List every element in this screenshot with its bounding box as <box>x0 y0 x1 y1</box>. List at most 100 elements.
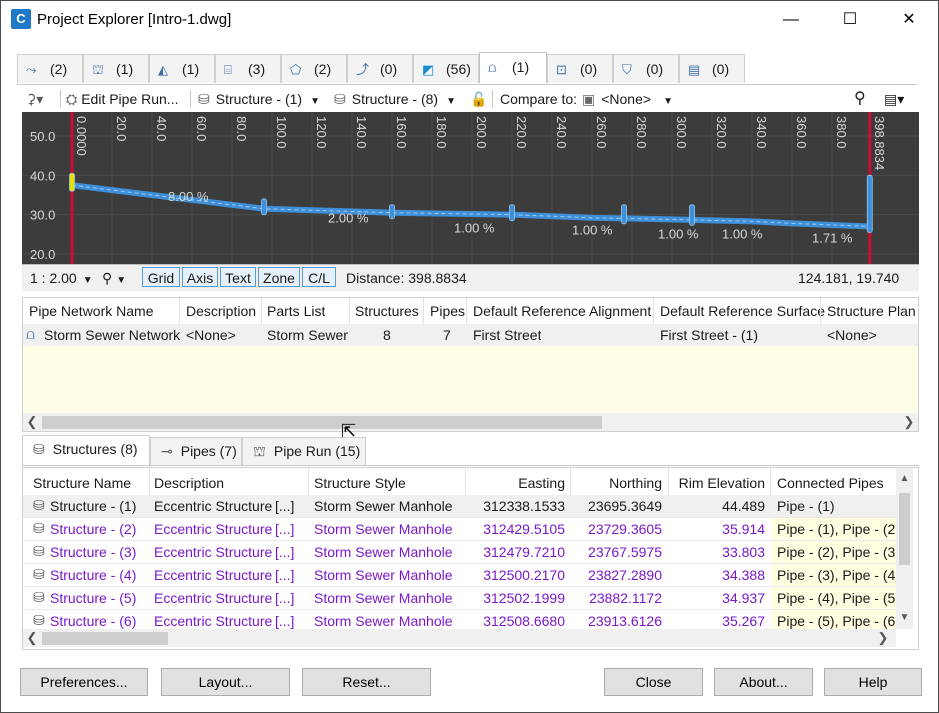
edit-pipe-run-button[interactable]: ⛭ Edit Pipe Run... <box>66 89 178 109</box>
centerline-toggle[interactable]: C/L <box>302 267 336 287</box>
unlock-icon[interactable]: 🔓 <box>470 89 487 109</box>
tab-corridors[interactable]: ◭ (1) <box>149 54 215 83</box>
close-button[interactable]: Close <box>604 668 703 696</box>
structure-mark <box>389 204 395 220</box>
table-row[interactable]: ⛁ Structure - (1) Eccentric Structure [.… <box>23 495 896 518</box>
column-header[interactable]: Connected Pipes <box>777 475 884 491</box>
tab-label: Pipe Run (15) <box>273 443 361 459</box>
tab-count: (0) <box>380 61 398 77</box>
tab-assemblies[interactable]: ⌸ (3) <box>215 54 281 83</box>
column-header[interactable]: Default Reference Surface <box>660 303 825 319</box>
tab-profiles[interactable]: ⛫ (1) <box>83 54 149 83</box>
table-cell[interactable]: [...] <box>275 613 294 629</box>
column-header[interactable]: Parts List <box>267 303 325 319</box>
preferences-button[interactable]: Preferences... <box>20 668 148 696</box>
column-header[interactable]: Default Reference Alignment <box>473 303 651 319</box>
table-cell[interactable]: [...] <box>275 498 294 514</box>
scrollbar-thumb[interactable] <box>899 493 910 565</box>
horizontal-scrollbar[interactable]: ❮ ❯ <box>23 629 896 647</box>
column-header[interactable]: Pipe Network Name <box>29 303 154 319</box>
maximize-button[interactable]: ☐ <box>821 1 879 39</box>
structure-icon: ⛁ <box>198 91 210 107</box>
x-tick-label: 60.0 <box>194 116 209 141</box>
table-cell: Structure - (5) <box>50 590 137 606</box>
tab-pipe-run[interactable]: ⛫ Pipe Run (15) <box>242 437 366 465</box>
column-header[interactable]: Description <box>186 303 256 319</box>
horizontal-scrollbar[interactable]: ❮ ❯ <box>23 413 918 431</box>
minimize-button[interactable]: — <box>762 1 820 39</box>
vertical-scrollbar[interactable]: ▲ ▼ <box>896 468 913 629</box>
table-row[interactable]: ⛁ Structure - (3) Eccentric Structure [.… <box>23 541 896 564</box>
scrollbar-thumb[interactable] <box>42 632 168 645</box>
grid-toggle[interactable]: Grid <box>142 267 180 287</box>
scroll-up-icon[interactable]: ▲ <box>897 470 912 488</box>
about-button[interactable]: About... <box>714 668 813 696</box>
axis-toggle[interactable]: Axis <box>182 267 218 287</box>
scroll-left-icon[interactable]: ❮ <box>25 413 39 431</box>
close-window-button[interactable]: ✕ <box>880 1 938 39</box>
scale-dropdown[interactable]: 1 : 2.00 ▼ <box>30 268 93 288</box>
table-row[interactable]: ⛁ Structure - (2) Eccentric Structure [.… <box>23 518 896 541</box>
column-header[interactable]: Description <box>154 475 224 491</box>
tab-pipes[interactable]: ⊸ Pipes (7) <box>150 437 242 465</box>
column-header[interactable]: Structure Plan l <box>827 303 918 319</box>
compare-to-dropdown[interactable]: ▣ <None> ▼ <box>582 89 673 109</box>
scroll-right-icon[interactable]: ❯ <box>876 629 890 647</box>
table-cell: 35.914 <box>722 521 765 537</box>
tab-pipe-networks[interactable]: ⩍ (1) <box>479 52 547 83</box>
end-structure-dropdown[interactable]: ⛁ Structure - (8) ▼ <box>334 89 456 109</box>
table-cell: 44.489 <box>722 498 765 514</box>
tab-structures[interactable]: ⛁ Structures (8) <box>22 435 150 465</box>
tab-alignments[interactable]: ⤳ (2) <box>17 54 83 83</box>
x-tick-label: 180.0 <box>434 116 449 149</box>
scrollbar-thumb[interactable] <box>42 416 602 429</box>
tab-feature-lines[interactable]: ⤴ (0) <box>347 54 413 83</box>
reset-button[interactable]: Reset... <box>302 668 431 696</box>
table-row[interactable]: ⛁ Structure - (4) Eccentric Structure [.… <box>23 564 896 587</box>
help-button[interactable]: Help <box>824 668 922 696</box>
scroll-left-icon[interactable]: ❮ <box>25 629 39 647</box>
zoom-search-icon[interactable]: ⚲ <box>854 89 866 109</box>
column-divider <box>179 298 180 324</box>
table-cell[interactable]: [...] <box>275 567 294 583</box>
column-header[interactable]: Structure Style <box>314 475 406 491</box>
table-row[interactable]: ⩍ Storm Sewer Network <None> Storm Sewer… <box>23 324 918 346</box>
table-cell: 35.267 <box>722 613 765 629</box>
start-structure-dropdown[interactable]: ⛁ Structure - (1) ▼ <box>198 89 320 109</box>
zoom-dropdown[interactable]: ⚲ ▼ <box>102 268 126 288</box>
layout-button[interactable]: Layout... <box>161 668 290 696</box>
table-cell[interactable]: [...] <box>275 544 294 560</box>
column-header[interactable]: Easting <box>471 475 565 491</box>
column-header[interactable]: Pipes <box>430 303 465 319</box>
tab-sites[interactable]: ▤ (0) <box>679 54 745 83</box>
pipe-network-grid: Pipe Network Name Description Parts List… <box>22 297 919 432</box>
tab-surfaces[interactable]: ⬠ (2) <box>281 54 347 83</box>
scroll-right-icon[interactable]: ❯ <box>902 413 916 431</box>
add-structure-icon: ⚳▾ <box>26 91 44 107</box>
text-toggle[interactable]: Text <box>220 267 256 287</box>
column-header[interactable]: Rim Elevation <box>674 475 765 491</box>
structure-mark <box>261 198 267 216</box>
profile-status-bar: 1 : 2.00 ▼ ⚲ ▼ Grid Axis Text Zone C/L Dis… <box>22 264 919 291</box>
column-divider <box>261 298 262 324</box>
grid-header: Pipe Network Name Description Parts List… <box>23 298 918 325</box>
column-header[interactable]: Structure Name <box>33 475 131 491</box>
column-header[interactable]: Structures <box>355 303 419 319</box>
part-tabs: ⛁ Structures (8) ⊸ Pipes (7) ⛫ Pipe Run (15… <box>22 435 919 466</box>
table-cell: 312338.1533 <box>483 498 565 514</box>
view-options-button[interactable]: ▤▾ <box>884 89 904 109</box>
table-cell[interactable]: [...] <box>275 521 294 537</box>
profile-view[interactable]: 50.0 40.0 30.0 20.0 0.0000 20.0 40.0 60.0 80.0 10… <box>22 112 919 264</box>
tab-sample-lines[interactable]: ◩ (56) <box>413 54 479 83</box>
table-cell: 312502.1999 <box>483 590 565 606</box>
add-part-menu-button[interactable]: ⚳▾ <box>26 89 43 109</box>
table-cell: Eccentric Structure <box>154 544 273 560</box>
column-header[interactable]: Northing <box>576 475 662 491</box>
chevron-down-icon: ▼ <box>82 275 93 286</box>
table-cell[interactable]: [...] <box>275 590 294 606</box>
tab-parcels[interactable]: ⛉ (0) <box>613 54 679 83</box>
tab-pressure-networks[interactable]: ⊡ (0) <box>547 54 613 83</box>
zone-toggle[interactable]: Zone <box>258 267 300 287</box>
scroll-down-icon[interactable]: ▼ <box>897 609 912 627</box>
table-row[interactable]: ⛁ Structure - (5) Eccentric Structure [.… <box>23 587 896 610</box>
